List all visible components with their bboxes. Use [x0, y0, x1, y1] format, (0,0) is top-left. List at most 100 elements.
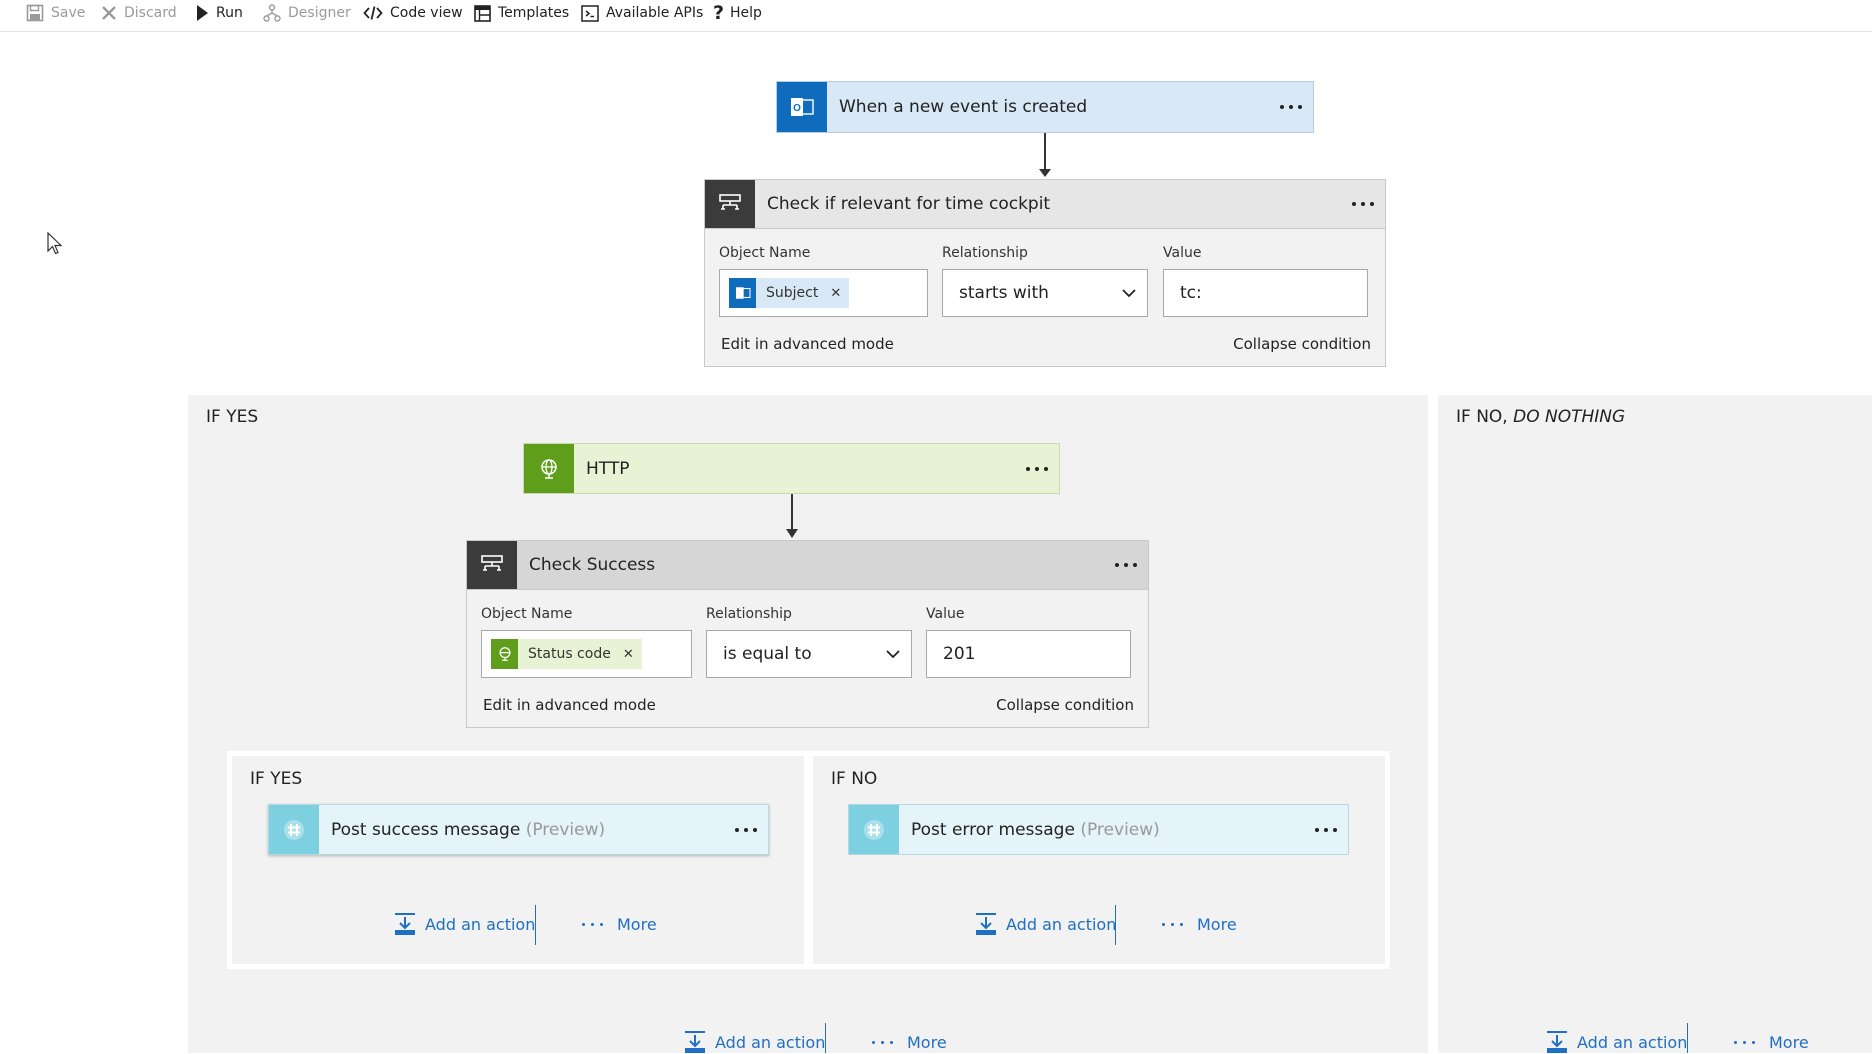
separator [535, 905, 536, 945]
condition-icon [467, 541, 517, 589]
trigger-title: When a new event is created [839, 97, 1088, 117]
post-error-card[interactable]: Post error message (Preview) [848, 804, 1349, 855]
add-an-action-button[interactable]: Add an action [1545, 1030, 1687, 1054]
relationship-value: is equal to [723, 644, 812, 664]
designer-label: Designer [288, 5, 351, 21]
relationship-select[interactable]: starts with [942, 269, 1148, 317]
add-an-action-button[interactable]: Add an action [393, 912, 535, 936]
globe-icon [491, 639, 518, 669]
condition2-menu-button[interactable] [1104, 541, 1148, 589]
object-name-field[interactable]: Status code ✕ [481, 630, 692, 678]
condition2-card-header[interactable]: Check Success [466, 540, 1149, 590]
collapse-condition-link[interactable]: Collapse condition [996, 696, 1134, 714]
remove-token-icon[interactable]: ✕ [623, 647, 634, 662]
inner-if-yes-label: IF YES [250, 769, 303, 789]
if-no-label: IF NO, DO NOTHING [1456, 407, 1626, 427]
designer-icon [263, 4, 281, 22]
condition1-title: Check if relevant for time cockpit [767, 194, 1051, 214]
add-action-icon [685, 1031, 705, 1053]
more-button[interactable]: More [1734, 1033, 1809, 1052]
discard-label: Discard [124, 5, 177, 21]
separator [1687, 1023, 1688, 1053]
chevron-down-icon [1111, 288, 1147, 298]
designer-button[interactable]: Designer [263, 0, 351, 26]
trigger-card[interactable]: O When a new event is created [776, 81, 1314, 133]
slack-icon [849, 805, 899, 854]
more-button[interactable]: More [1162, 915, 1237, 934]
help-label: Help [730, 5, 762, 21]
relationship-label: Relationship [706, 606, 792, 622]
object-name-label: Object Name [719, 245, 811, 261]
code-icon [363, 6, 383, 20]
http-menu-button[interactable] [1015, 444, 1059, 493]
discard-button[interactable]: Discard [101, 0, 177, 26]
value-input[interactable]: 201 [926, 630, 1131, 678]
post-success-title: Post success message (Preview) [331, 819, 606, 840]
condition1-card-header[interactable]: Check if relevant for time cockpit [704, 179, 1386, 229]
condition-icon [705, 180, 755, 228]
flow-arrow [786, 494, 798, 538]
close-icon [102, 6, 116, 20]
http-card[interactable]: HTTP [523, 443, 1060, 494]
object-name-field[interactable]: Subject ✕ [719, 269, 928, 317]
condition2-body: Object Name Relationship Value Status co… [466, 590, 1149, 728]
remove-token-icon[interactable]: ✕ [830, 286, 841, 301]
templates-icon [474, 4, 491, 22]
templates-button[interactable]: Templates [474, 0, 569, 26]
relationship-select[interactable]: is equal to [706, 630, 912, 678]
globe-icon [524, 444, 574, 493]
save-button[interactable]: Save [26, 0, 85, 26]
toolbar: Save Discard Run Designer Code view Temp… [0, 0, 1872, 32]
relationship-value: starts with [959, 283, 1049, 303]
available-apis-button[interactable]: Available APIs [581, 0, 703, 26]
templates-label: Templates [498, 5, 570, 21]
add-action-icon [395, 913, 415, 935]
value-text: 201 [943, 644, 976, 664]
collapse-condition-link[interactable]: Collapse condition [1233, 335, 1371, 353]
add-action-icon [976, 913, 996, 935]
condition2-title: Check Success [529, 555, 656, 575]
more-button[interactable]: More [582, 915, 657, 934]
subject-token[interactable]: Subject ✕ [729, 278, 850, 308]
add-an-action-button[interactable]: Add an action [683, 1030, 825, 1054]
object-name-label: Object Name [481, 606, 573, 622]
flow-arrow [1039, 133, 1051, 177]
subject-token-label: Subject [766, 285, 819, 301]
chevron-down-icon [875, 649, 911, 659]
save-icon [26, 4, 44, 22]
code-view-label: Code view [390, 5, 463, 21]
add-an-action-button[interactable]: Add an action [974, 912, 1116, 936]
outlook-icon: O [777, 82, 827, 132]
value-label: Value [926, 606, 965, 622]
question-icon: ? [713, 2, 725, 24]
post-error-menu-button[interactable] [1304, 805, 1348, 854]
relationship-label: Relationship [942, 245, 1028, 261]
if-yes-label: IF YES [206, 407, 259, 427]
status-code-token[interactable]: Status code ✕ [491, 639, 642, 669]
value-text: tc: [1180, 283, 1202, 303]
value-input[interactable]: tc: [1163, 269, 1368, 317]
api-icon [581, 4, 599, 22]
edit-advanced-mode-link[interactable]: Edit in advanced mode [483, 696, 656, 714]
edit-advanced-mode-link[interactable]: Edit in advanced mode [721, 335, 894, 353]
add-action-icon [1547, 1031, 1567, 1053]
code-view-button[interactable]: Code view [363, 0, 463, 26]
inner-if-no-label: IF NO [831, 769, 878, 789]
post-error-title: Post error message (Preview) [911, 819, 1160, 840]
post-success-card[interactable]: Post success message (Preview) [268, 804, 769, 855]
status-code-token-label: Status code [528, 646, 611, 662]
separator [825, 1023, 826, 1053]
outlook-icon [729, 278, 756, 308]
post-success-menu-button[interactable] [724, 805, 768, 854]
separator [1115, 905, 1116, 945]
condition1-body: Object Name Relationship Value Subject ✕… [704, 229, 1386, 367]
slack-icon [269, 805, 319, 854]
available-apis-label: Available APIs [606, 5, 704, 21]
if-no-branch [1438, 395, 1872, 1053]
more-button[interactable]: More [872, 1033, 947, 1052]
save-label: Save [51, 5, 86, 21]
help-button[interactable]: ? Help [713, 0, 762, 26]
trigger-menu-button[interactable] [1269, 82, 1313, 132]
run-button[interactable]: Run [195, 0, 243, 26]
condition1-menu-button[interactable] [1341, 180, 1385, 228]
